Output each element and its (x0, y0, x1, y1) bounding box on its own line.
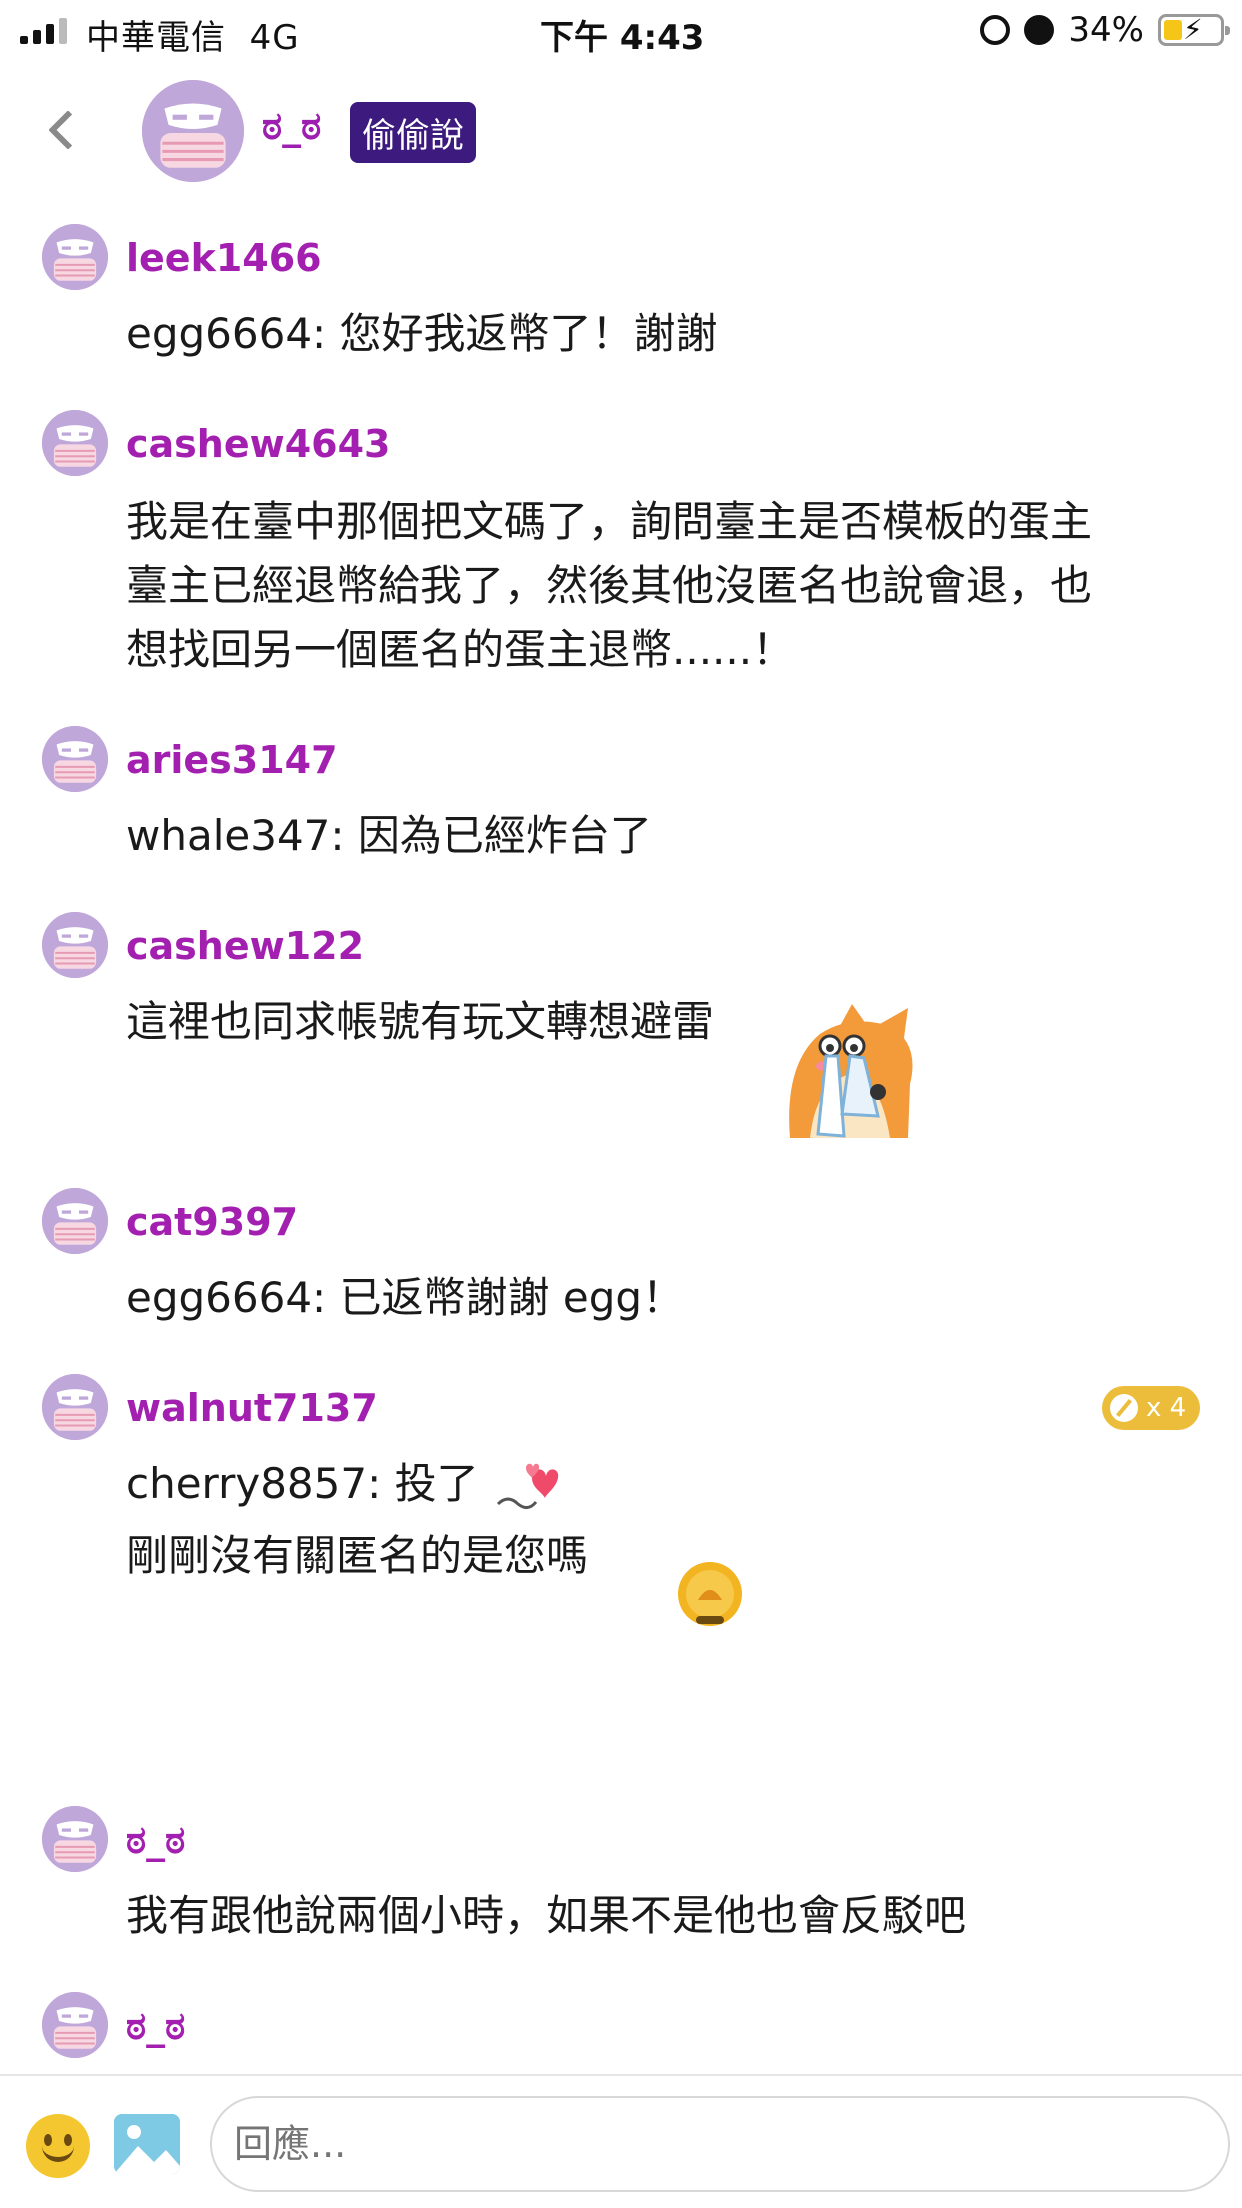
coin-sticker (676, 1560, 744, 1628)
message-author[interactable]: cashew122 (126, 924, 364, 968)
network-label: 4G (249, 18, 300, 58)
composer-bar (0, 2074, 1242, 2208)
header-name: ಠ_ಠ (262, 104, 322, 148)
coin-icon (1110, 1394, 1138, 1422)
avatar[interactable] (42, 410, 108, 476)
back-button[interactable] (38, 102, 88, 162)
orientation-lock-icon (980, 15, 1011, 45)
message-text: 我有跟他說兩個小時，如果不是他也會反駁吧 (126, 1891, 967, 1940)
gift-count: x 4 (1146, 1393, 1187, 1423)
avatar[interactable] (42, 726, 108, 792)
clock: 下午 4:43 (540, 18, 705, 58)
message-author[interactable]: ಠ_ಠ (126, 1818, 185, 1863)
battery-icon: ⚡ (1158, 13, 1230, 46)
battery-percent: 34% (1068, 10, 1144, 50)
message-text: whale347: 因為已經炸台了 (126, 811, 652, 860)
message-author[interactable]: leek1466 (126, 236, 322, 280)
alarm-icon (1024, 15, 1055, 45)
image-icon (114, 2114, 180, 2174)
anonymous-badge: 偷偷說 (350, 102, 476, 163)
avatar[interactable] (42, 912, 108, 978)
avatar[interactable] (42, 1992, 108, 2058)
message-text: cherry8857: 投了 (126, 1459, 479, 1508)
message-text: 想找回另一個匿名的蛋主退幣......！ (126, 625, 795, 674)
carrier-label: 中華電信 4G (86, 18, 300, 58)
message-author[interactable]: ಠ_ಠ (126, 2004, 185, 2049)
message-text: egg6664: 已返幣謝謝 egg！ (126, 1273, 685, 1322)
chat-header: ಠ_ಠ 偷偷說 (0, 62, 1242, 202)
message-text: egg6664: 您好我返幣了！謝謝 (126, 309, 718, 358)
avatar[interactable] (42, 1374, 108, 1440)
reply-input[interactable] (210, 2096, 1230, 2192)
message-text: 剛剛沒有關匿名的是您嗎 (126, 1531, 589, 1580)
signal-icon (20, 18, 67, 44)
message-author[interactable]: cashew4643 (126, 422, 390, 466)
message-text: 我是在臺中那個把文碼了，詢問臺主是否模板的蛋主 (126, 497, 1093, 546)
message-author[interactable]: walnut7137 (126, 1386, 378, 1430)
message-text: 這裡也同求帳號有玩文轉想避雷 (126, 997, 715, 1046)
avatar[interactable] (42, 224, 108, 290)
battery-fill (1164, 20, 1183, 40)
status-bar: 中華電信 4G 下午 4:43 34% ⚡ (0, 0, 1242, 62)
gift-count-badge[interactable]: x 4 (1102, 1386, 1200, 1430)
fox-crying-sticker (780, 1004, 926, 1138)
hearts-sticker (496, 1460, 560, 1512)
emoji-button[interactable] (26, 2114, 90, 2178)
avatar[interactable] (142, 80, 244, 182)
avatar[interactable] (42, 1806, 108, 1872)
message-text: 臺主已經退幣給我了，然後其他沒匿名也說會退，也 (126, 561, 1093, 610)
message-author[interactable]: cat9397 (126, 1200, 298, 1244)
avatar[interactable] (42, 1188, 108, 1254)
message-author[interactable]: aries3147 (126, 738, 338, 782)
image-upload-button[interactable] (114, 2114, 180, 2174)
